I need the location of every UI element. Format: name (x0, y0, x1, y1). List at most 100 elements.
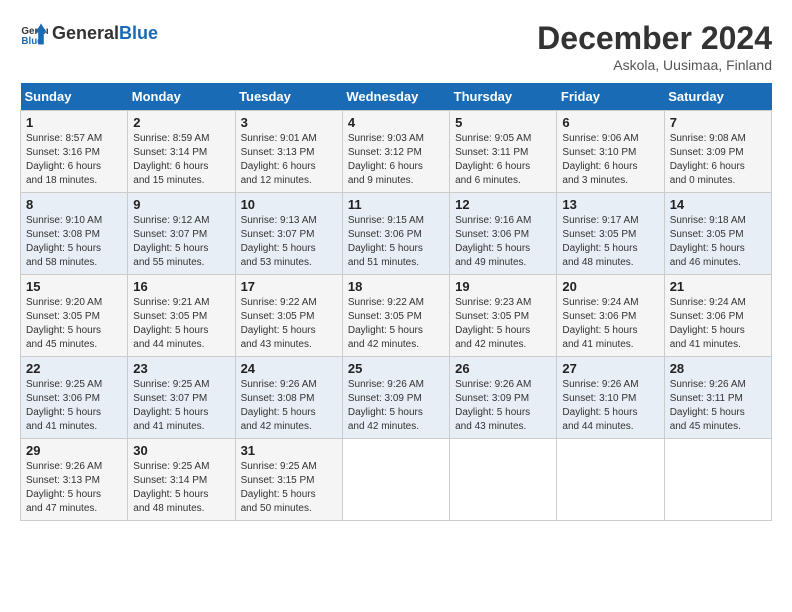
day-info: Sunrise: 9:17 AM Sunset: 3:05 PM Dayligh… (562, 214, 658, 270)
day-info: Sunrise: 9:06 AM Sunset: 3:10 PM Dayligh… (562, 132, 658, 188)
day-info: Sunrise: 9:24 AM Sunset: 3:06 PM Dayligh… (670, 296, 766, 352)
calendar-week-row: 1 Sunrise: 8:57 AM Sunset: 3:16 PM Daylig… (21, 111, 772, 193)
day-info: Sunrise: 8:59 AM Sunset: 3:14 PM Dayligh… (133, 132, 229, 188)
calendar-cell: 15 Sunrise: 9:20 AM Sunset: 3:05 PM Dayli… (21, 275, 128, 357)
calendar-cell: 29 Sunrise: 9:26 AM Sunset: 3:13 PM Dayli… (21, 439, 128, 521)
day-number: 29 (26, 443, 122, 458)
calendar-body: 1 Sunrise: 8:57 AM Sunset: 3:16 PM Daylig… (21, 111, 772, 521)
calendar-week-row: 29 Sunrise: 9:26 AM Sunset: 3:13 PM Dayli… (21, 439, 772, 521)
day-info: Sunrise: 9:08 AM Sunset: 3:09 PM Dayligh… (670, 132, 766, 188)
day-info: Sunrise: 9:22 AM Sunset: 3:05 PM Dayligh… (348, 296, 444, 352)
calendar-cell: 13 Sunrise: 9:17 AM Sunset: 3:05 PM Dayli… (557, 193, 664, 275)
day-info: Sunrise: 9:26 AM Sunset: 3:10 PM Dayligh… (562, 378, 658, 434)
calendar-week-row: 8Sunrise: 9:10 AM Sunset: 3:08 PM Daylig… (21, 193, 772, 275)
day-of-week-header: Tuesday (235, 83, 342, 111)
calendar-cell: 11Sunrise: 9:15 AM Sunset: 3:06 PM Dayli… (342, 193, 449, 275)
day-info: Sunrise: 9:26 AM Sunset: 3:08 PM Dayligh… (241, 378, 337, 434)
day-info: Sunrise: 9:15 AM Sunset: 3:06 PM Dayligh… (348, 214, 444, 270)
day-number: 30 (133, 443, 229, 458)
calendar-cell: 26Sunrise: 9:26 AM Sunset: 3:09 PM Dayli… (450, 357, 557, 439)
calendar-cell: 27 Sunrise: 9:26 AM Sunset: 3:10 PM Dayli… (557, 357, 664, 439)
calendar-cell: 28 Sunrise: 9:26 AM Sunset: 3:11 PM Dayli… (664, 357, 771, 439)
day-number: 14 (670, 197, 766, 212)
calendar-cell: 24 Sunrise: 9:26 AM Sunset: 3:08 PM Dayli… (235, 357, 342, 439)
calendar-cell: 31 Sunrise: 9:25 AM Sunset: 3:15 PM Dayli… (235, 439, 342, 521)
calendar-cell: 17Sunrise: 9:22 AM Sunset: 3:05 PM Dayli… (235, 275, 342, 357)
day-of-week-header: Friday (557, 83, 664, 111)
day-number: 24 (241, 361, 337, 376)
calendar-cell (342, 439, 449, 521)
calendar-week-row: 22 Sunrise: 9:25 AM Sunset: 3:06 PM Dayli… (21, 357, 772, 439)
day-info: Sunrise: 9:03 AM Sunset: 3:12 PM Dayligh… (348, 132, 444, 188)
day-number: 12 (455, 197, 551, 212)
calendar-cell: 19 Sunrise: 9:23 AM Sunset: 3:05 PM Dayli… (450, 275, 557, 357)
day-info: Sunrise: 9:25 AM Sunset: 3:15 PM Dayligh… (241, 460, 337, 516)
page-title: December 2024 (537, 20, 772, 57)
calendar-cell (664, 439, 771, 521)
day-info: Sunrise: 9:23 AM Sunset: 3:05 PM Dayligh… (455, 296, 551, 352)
calendar-cell: 1 Sunrise: 8:57 AM Sunset: 3:16 PM Daylig… (21, 111, 128, 193)
day-info: Sunrise: 9:10 AM Sunset: 3:08 PM Dayligh… (26, 214, 122, 270)
calendar-cell: 30 Sunrise: 9:25 AM Sunset: 3:14 PM Dayli… (128, 439, 235, 521)
day-number: 19 (455, 279, 551, 294)
day-number: 26 (455, 361, 551, 376)
calendar-cell: 8Sunrise: 9:10 AM Sunset: 3:08 PM Daylig… (21, 193, 128, 275)
day-number: 15 (26, 279, 122, 294)
day-number: 22 (26, 361, 122, 376)
day-number: 4 (348, 115, 444, 130)
calendar-cell (557, 439, 664, 521)
calendar-week-row: 15 Sunrise: 9:20 AM Sunset: 3:05 PM Dayli… (21, 275, 772, 357)
calendar-cell: 20 Sunrise: 9:24 AM Sunset: 3:06 PM Dayli… (557, 275, 664, 357)
day-info: Sunrise: 9:24 AM Sunset: 3:06 PM Dayligh… (562, 296, 658, 352)
day-info: Sunrise: 9:05 AM Sunset: 3:11 PM Dayligh… (455, 132, 551, 188)
day-of-week-header: Monday (128, 83, 235, 111)
calendar-cell: 4 Sunrise: 9:03 AM Sunset: 3:12 PM Daylig… (342, 111, 449, 193)
day-number: 17 (241, 279, 337, 294)
logo: General Blue GeneralBlue (20, 20, 158, 48)
day-number: 18 (348, 279, 444, 294)
day-info: Sunrise: 9:20 AM Sunset: 3:05 PM Dayligh… (26, 296, 122, 352)
day-info: Sunrise: 9:25 AM Sunset: 3:14 PM Dayligh… (133, 460, 229, 516)
calendar-cell: 23 Sunrise: 9:25 AM Sunset: 3:07 PM Dayli… (128, 357, 235, 439)
day-number: 1 (26, 115, 122, 130)
calendar-cell: 14 Sunrise: 9:18 AM Sunset: 3:05 PM Dayli… (664, 193, 771, 275)
day-number: 31 (241, 443, 337, 458)
logo-icon: General Blue (20, 20, 48, 48)
calendar-cell: 21Sunrise: 9:24 AM Sunset: 3:06 PM Dayli… (664, 275, 771, 357)
calendar-cell (450, 439, 557, 521)
day-of-week-header: Wednesday (342, 83, 449, 111)
calendar-cell: 5Sunrise: 9:05 AM Sunset: 3:11 PM Daylig… (450, 111, 557, 193)
day-info: Sunrise: 9:18 AM Sunset: 3:05 PM Dayligh… (670, 214, 766, 270)
day-number: 13 (562, 197, 658, 212)
calendar-cell: 12 Sunrise: 9:16 AM Sunset: 3:06 PM Dayli… (450, 193, 557, 275)
day-of-week-header: Sunday (21, 83, 128, 111)
calendar-cell: 25Sunrise: 9:26 AM Sunset: 3:09 PM Dayli… (342, 357, 449, 439)
day-number: 27 (562, 361, 658, 376)
day-info: Sunrise: 9:25 AM Sunset: 3:07 PM Dayligh… (133, 378, 229, 434)
calendar-cell: 7Sunrise: 9:08 AM Sunset: 3:09 PM Daylig… (664, 111, 771, 193)
day-of-week-header: Saturday (664, 83, 771, 111)
day-number: 6 (562, 115, 658, 130)
title-block: December 2024 Askola, Uusimaa, Finland (537, 20, 772, 73)
day-info: Sunrise: 9:26 AM Sunset: 3:09 PM Dayligh… (348, 378, 444, 434)
day-number: 10 (241, 197, 337, 212)
day-info: Sunrise: 9:26 AM Sunset: 3:11 PM Dayligh… (670, 378, 766, 434)
day-info: Sunrise: 9:26 AM Sunset: 3:13 PM Dayligh… (26, 460, 122, 516)
day-number: 2 (133, 115, 229, 130)
day-info: Sunrise: 8:57 AM Sunset: 3:16 PM Dayligh… (26, 132, 122, 188)
day-info: Sunrise: 9:16 AM Sunset: 3:06 PM Dayligh… (455, 214, 551, 270)
calendar-cell: 16Sunrise: 9:21 AM Sunset: 3:05 PM Dayli… (128, 275, 235, 357)
calendar-cell: 2 Sunrise: 8:59 AM Sunset: 3:14 PM Daylig… (128, 111, 235, 193)
page-subtitle: Askola, Uusimaa, Finland (537, 57, 772, 73)
day-number: 9 (133, 197, 229, 212)
day-number: 16 (133, 279, 229, 294)
day-number: 28 (670, 361, 766, 376)
day-number: 23 (133, 361, 229, 376)
day-info: Sunrise: 9:13 AM Sunset: 3:07 PM Dayligh… (241, 214, 337, 270)
day-info: Sunrise: 9:12 AM Sunset: 3:07 PM Dayligh… (133, 214, 229, 270)
day-info: Sunrise: 9:25 AM Sunset: 3:06 PM Dayligh… (26, 378, 122, 434)
day-number: 20 (562, 279, 658, 294)
logo-text: GeneralBlue (52, 24, 158, 44)
calendar-cell: 22 Sunrise: 9:25 AM Sunset: 3:06 PM Dayli… (21, 357, 128, 439)
page-header: General Blue GeneralBlue December 2024 A… (20, 20, 772, 73)
